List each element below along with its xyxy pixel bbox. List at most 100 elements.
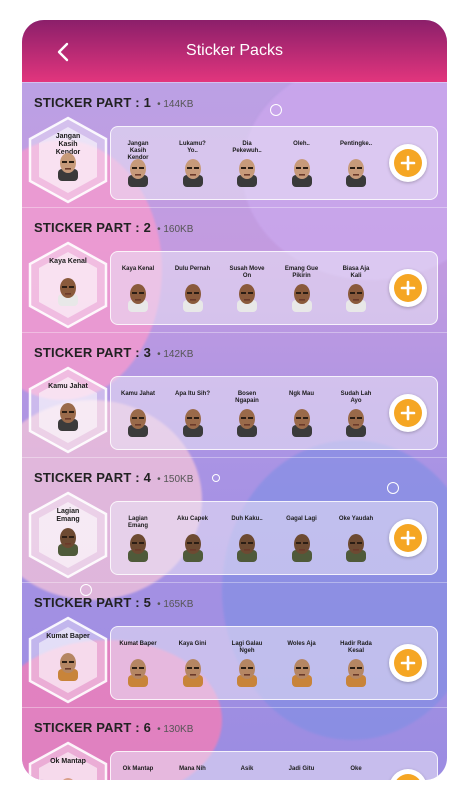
sticker-image: [181, 282, 205, 312]
decor-ring: [80, 584, 92, 596]
sticker-pack-list: STICKER PART : 1 • 144KB Jangan Kasih Kend…: [22, 82, 447, 780]
tray-icon-hexagon[interactable]: Jangan Kasih Kendor: [26, 115, 110, 205]
sticker-thumbnail: Aku Capek: [174, 512, 212, 566]
add-button-circle: [394, 274, 422, 302]
pack-card[interactable]: Kaya Kenal Dulu Pernah Susah Move On Emang …: [110, 251, 438, 325]
plus-icon: [400, 655, 416, 671]
sticker-image: [235, 532, 259, 562]
plus-icon: [399, 779, 417, 780]
add-to-whatsapp-button[interactable]: [389, 769, 427, 780]
sticker-preview-row: Kamu Jahat Apa Itu Sih? Bosen Ngapain Ngk M…: [113, 387, 381, 441]
back-button[interactable]: [52, 40, 76, 64]
add-button-circle: [394, 649, 422, 677]
sticker-pack-row[interactable]: STICKER PART : 4 • 150KB Lagian Emang Lagia…: [22, 457, 447, 582]
pack-title: STICKER PART : 1: [34, 95, 152, 110]
pack-card[interactable]: Kumat Baper Kaya Gini Lagi Galau Ngeh Woles…: [110, 626, 438, 700]
sticker-thumbnail: Kamu Jahat: [119, 387, 157, 441]
add-to-whatsapp-button[interactable]: [389, 144, 427, 182]
sticker-image: [126, 407, 150, 437]
sticker-preview-row: Kumat Baper Kaya Gini Lagi Galau Ngeh Woles…: [113, 637, 381, 691]
sticker-thumbnail: Dia Pekewuh..: [228, 137, 266, 191]
sticker-caption: Ok Mantap: [122, 766, 154, 772]
pack-card[interactable]: Ok Mantap Mana Nih Asik Jadi Gitu Oke: [110, 751, 438, 780]
sticker-image: [126, 157, 150, 187]
tray-icon-hexagon[interactable]: Kaya Kenal: [26, 240, 110, 330]
sticker-pack-row[interactable]: STICKER PART : 3 • 142KB Kamu Jahat Kamu Ja…: [22, 332, 447, 457]
sticker-caption: Asik: [240, 766, 254, 772]
plus-icon: [400, 530, 416, 546]
tray-image: Ok Mantap: [46, 758, 90, 780]
pack-size: • 130KB: [157, 724, 194, 735]
sticker-thumbnail: Oke: [337, 762, 375, 780]
sticker-image: [290, 532, 314, 562]
app-screen: Sticker Packs STICKER PART : 1 • 144KB Jan…: [22, 20, 447, 780]
sticker-caption: Biasa Aja Kali: [342, 266, 370, 279]
add-to-whatsapp-button[interactable]: [389, 519, 427, 557]
sticker-thumbnail: Bosen Ngapain: [228, 387, 266, 441]
pack-title: STICKER PART : 4: [34, 470, 152, 485]
pack-size: • 160KB: [157, 224, 194, 235]
sticker-thumbnail: Apa Itu Sih?: [174, 387, 212, 441]
plus-icon: [400, 280, 416, 296]
pack-title: STICKER PART : 3: [34, 345, 152, 360]
pack-size: • 142KB: [157, 349, 194, 360]
sticker-caption: Sudah Lah Ayo: [340, 391, 372, 404]
pack-size: • 165KB: [157, 599, 194, 610]
add-to-whatsapp-button[interactable]: [389, 394, 427, 432]
pack-card[interactable]: Lagian Emang Aku Capek Duh Kaku.. Gagal Lag…: [110, 501, 438, 575]
sticker-thumbnail: Pentingke..: [337, 137, 375, 191]
sticker-image: [344, 157, 368, 187]
sticker-thumbnail: Dulu Pernah: [174, 262, 212, 316]
sticker-preview-row: Jangan Kasih Kendor Lukamu? Yo.. Dia Pekew…: [113, 137, 381, 191]
sticker-caption: Gagal Lagi: [286, 516, 317, 522]
sticker-thumbnail: Susah Move On: [228, 262, 266, 316]
page-title: Sticker Packs: [186, 42, 283, 59]
sticker-image: [235, 157, 259, 187]
sticker-caption: Aku Capek: [176, 516, 208, 522]
tray-icon-hexagon[interactable]: Ok Mantap: [26, 740, 110, 780]
pack-size-value: 150KB: [163, 474, 194, 485]
sticker-thumbnail: Mana Nih: [174, 762, 212, 780]
add-to-whatsapp-button[interactable]: [389, 644, 427, 682]
tray-caption: Ok Mantap: [50, 758, 86, 765]
sticker-pack-row[interactable]: STICKER PART : 5 • 165KB Kumat Baper Kumat …: [22, 582, 447, 707]
sticker-image: [181, 532, 205, 562]
tray-icon-hexagon[interactable]: Kumat Baper: [26, 615, 110, 705]
sticker-caption: Kumat Baper: [119, 641, 157, 647]
sticker-image: [344, 282, 368, 312]
sticker-image: [126, 657, 150, 687]
sticker-thumbnail: Lagian Emang: [119, 512, 157, 566]
sticker-pack-row[interactable]: STICKER PART : 2 • 160KB Kaya Kenal Kaya Ke…: [22, 207, 447, 332]
sticker-thumbnail: Woles Aja: [283, 637, 321, 691]
tray-icon-hexagon[interactable]: Kamu Jahat: [26, 365, 110, 455]
add-to-whatsapp-button[interactable]: [389, 269, 427, 307]
pack-size: • 144KB: [157, 99, 194, 110]
sticker-thumbnail: Oke Yaudah: [337, 512, 375, 566]
sticker-thumbnail: Oleh..: [283, 137, 321, 191]
app-header: Sticker Packs: [22, 20, 447, 82]
pack-header: STICKER PART : 1 • 144KB: [34, 95, 193, 110]
pack-size-value: 142KB: [163, 349, 194, 360]
pack-size-value: 165KB: [163, 599, 194, 610]
sticker-thumbnail: Jadi Gitu: [283, 762, 321, 780]
sticker-image: [235, 407, 259, 437]
tray-icon-hexagon[interactable]: Lagian Emang: [26, 490, 110, 580]
pack-card[interactable]: Jangan Kasih Kendor Lukamu? Yo.. Dia Pekew…: [110, 126, 438, 200]
sticker-pack-row[interactable]: STICKER PART : 6 • 130KB Ok Mantap Ok Manta…: [22, 707, 447, 780]
sticker-pack-row[interactable]: STICKER PART : 1 • 144KB Jangan Kasih Kend…: [22, 82, 447, 207]
tray-caption: Lagian Emang: [56, 508, 80, 523]
pack-card[interactable]: Kamu Jahat Apa Itu Sih? Bosen Ngapain Ngk M…: [110, 376, 438, 450]
tray-image: Lagian Emang: [46, 508, 90, 556]
sticker-image: [344, 407, 368, 437]
sticker-thumbnail: Kumat Baper: [119, 637, 157, 691]
sticker-thumbnail: Jangan Kasih Kendor: [119, 137, 157, 191]
sticker-caption: Duh Kaku..: [231, 516, 263, 522]
sticker-caption: Dulu Pernah: [174, 266, 211, 272]
sticker-thumbnail: Asik: [228, 762, 266, 780]
pack-header: STICKER PART : 2 • 160KB: [34, 220, 193, 235]
sticker-preview-row: Ok Mantap Mana Nih Asik Jadi Gitu Oke: [113, 762, 381, 780]
pack-title: STICKER PART : 2: [34, 220, 152, 235]
sticker-thumbnail: Emang Gue Pikirin: [283, 262, 321, 316]
tray-image: Kaya Kenal: [46, 258, 90, 306]
sticker-thumbnail: Hadir Rada Kesal: [337, 637, 375, 691]
